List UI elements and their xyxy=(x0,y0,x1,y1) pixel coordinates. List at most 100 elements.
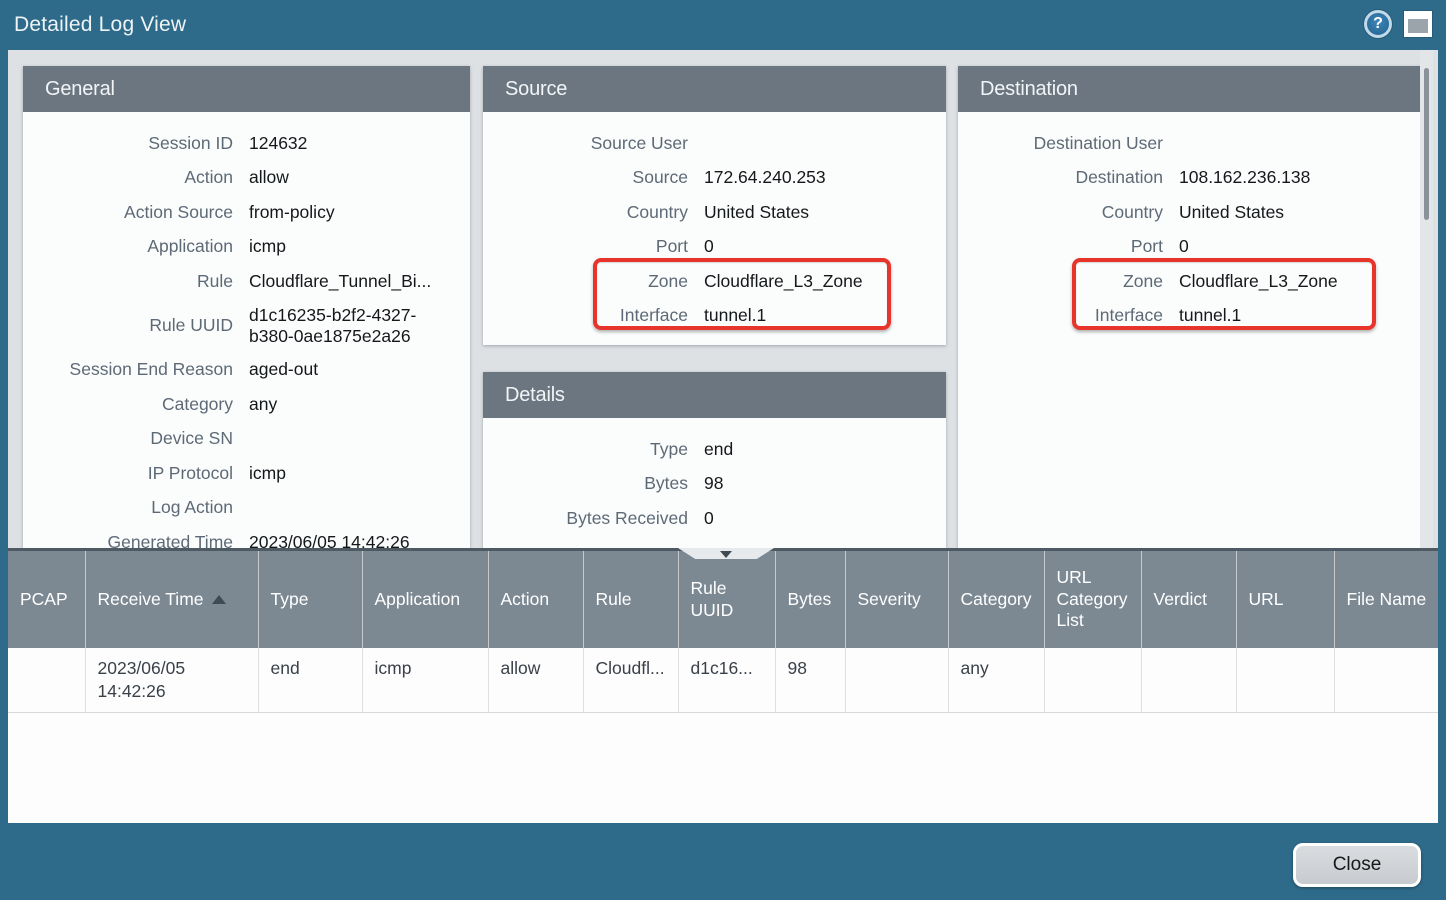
chevron-down-icon xyxy=(720,551,732,558)
field-row: Category any xyxy=(23,387,470,422)
field-row: Country United States xyxy=(483,195,946,230)
log-row[interactable]: 2023/06/05 14:42:26 end icmp allow Cloud… xyxy=(8,648,1438,712)
field-label: Destination User xyxy=(958,133,1163,154)
close-button[interactable]: Close xyxy=(1293,843,1421,887)
field-row: ZoneCloudflare_L3_Zone xyxy=(483,264,946,299)
cell-verdict xyxy=(1141,648,1236,712)
field-value: Cloudflare_Tunnel_Bi... xyxy=(249,271,431,292)
field-label: IP Protocol xyxy=(23,463,233,484)
field-value: Cloudflare_L3_Zone xyxy=(1179,271,1338,292)
column-header-file-name[interactable]: File Name xyxy=(1334,551,1438,648)
cell-application: icmp xyxy=(362,648,488,712)
field-label: Action xyxy=(23,167,233,188)
source-panel: Source Source User Source172.64.240.253 … xyxy=(483,66,946,345)
field-label: Rule UUID xyxy=(23,315,233,336)
field-value: 108.162.236.138 xyxy=(1179,167,1310,188)
field-row: Country United States xyxy=(958,195,1425,230)
vertical-scrollbar-track[interactable] xyxy=(1420,50,1433,548)
field-value: United States xyxy=(1179,202,1284,223)
field-value: aged-out xyxy=(249,359,318,380)
column-header-rule-uuid[interactable]: Rule UUID xyxy=(678,551,775,648)
field-row: Zone Cloudflare_L3_Zone xyxy=(958,264,1425,299)
cell-rule-uuid: d1c16... xyxy=(678,648,775,712)
details-panel-header: Details xyxy=(483,372,946,418)
cell-severity xyxy=(845,648,948,712)
field-row: Destination108.162.236.138 xyxy=(958,161,1425,196)
column-header-severity[interactable]: Severity xyxy=(845,551,948,648)
field-label: Country xyxy=(483,202,688,223)
sort-asc-icon xyxy=(212,595,226,604)
field-label: Bytes Received xyxy=(483,508,688,529)
field-row: Action allow xyxy=(23,161,470,196)
cell-action: allow xyxy=(488,648,583,712)
field-label: Country xyxy=(958,202,1163,223)
field-value: 98 xyxy=(704,473,723,494)
cell-file-name xyxy=(1334,648,1438,712)
cell-category: any xyxy=(948,648,1044,712)
field-label: Zone xyxy=(958,271,1163,292)
field-label: Session ID xyxy=(23,133,233,154)
field-value: 172.64.240.253 xyxy=(704,167,826,188)
field-value: from-policy xyxy=(249,202,335,223)
field-label: Device SN xyxy=(23,428,233,449)
column-header-receive-time[interactable]: Receive Time xyxy=(85,551,258,648)
vertical-scrollbar-thumb[interactable] xyxy=(1424,68,1429,220)
cell-bytes: 98 xyxy=(775,648,845,712)
log-table-section: PCAP Receive Time Type Application Actio… xyxy=(8,548,1438,823)
cell-rule: Cloudfl... xyxy=(583,648,678,712)
field-value: any xyxy=(249,394,277,415)
column-header-rule[interactable]: Rule xyxy=(583,551,678,648)
help-icon[interactable]: ? xyxy=(1364,10,1392,38)
field-row: Typeend xyxy=(483,432,946,467)
column-header-verdict[interactable]: Verdict xyxy=(1141,551,1236,648)
field-label: Interface xyxy=(483,305,688,326)
column-header-url[interactable]: URL xyxy=(1236,551,1334,648)
cell-pcap xyxy=(8,648,85,712)
cell-type: end xyxy=(258,648,362,712)
column-header-action[interactable]: Action xyxy=(488,551,583,648)
column-header-url-category-list[interactable]: URL Category List xyxy=(1044,551,1141,648)
field-value: 0 xyxy=(1179,236,1189,257)
column-header-label: Receive Time xyxy=(98,589,204,609)
field-row: Rule UUIDd1c16235-b2f2-4327-b380-0ae1875… xyxy=(23,299,470,353)
field-label: Bytes xyxy=(483,473,688,494)
field-row: Bytes 98 xyxy=(483,467,946,502)
field-row: Source User xyxy=(483,126,946,161)
dialog-titlebar: Detailed Log View ? xyxy=(0,0,1446,50)
field-value: icmp xyxy=(249,236,286,257)
details-panel: Details Typeend Bytes98 Bytes Received0 xyxy=(483,372,946,548)
column-header-type[interactable]: Type xyxy=(258,551,362,648)
table-header-row: PCAP Receive Time Type Application Actio… xyxy=(8,551,1438,648)
log-detail-region: General Session ID124632 Actionallow Act… xyxy=(8,50,1438,548)
general-panel-header: General xyxy=(23,66,470,112)
column-header-application[interactable]: Application xyxy=(362,551,488,648)
field-value: allow xyxy=(249,167,289,188)
field-label: Category xyxy=(23,394,233,415)
general-panel: General Session ID124632 Actionallow Act… xyxy=(23,66,470,548)
field-label: Source User xyxy=(483,133,688,154)
field-row: Session End Reasonaged-out xyxy=(23,353,470,388)
page-title: Detailed Log View xyxy=(0,13,186,37)
column-header-bytes[interactable]: Bytes xyxy=(775,551,845,648)
field-label: Generated Time xyxy=(23,532,233,548)
field-row: Interfacetunnel.1 xyxy=(483,299,946,334)
source-panel-body: Source User Source172.64.240.253 Country… xyxy=(483,112,946,345)
field-row: RuleCloudflare_Tunnel_Bi... xyxy=(23,264,470,299)
source-panel-header: Source xyxy=(483,66,946,112)
cell-receive-time: 2023/06/05 14:42:26 xyxy=(85,648,258,712)
field-value: United States xyxy=(704,202,809,223)
field-row: Destination User xyxy=(958,126,1425,161)
field-value: tunnel.1 xyxy=(1179,305,1241,326)
column-header-pcap[interactable]: PCAP xyxy=(8,551,85,648)
field-row: Action Source from-policy xyxy=(23,195,470,230)
column-header-category[interactable]: Category xyxy=(948,551,1044,648)
destination-panel-header: Destination xyxy=(958,66,1425,112)
field-row: Interfacetunnel.1 xyxy=(958,299,1425,334)
window-icon[interactable] xyxy=(1404,11,1432,37)
destination-panel: Destination Destination User Destination… xyxy=(958,66,1425,548)
log-table: PCAP Receive Time Type Application Actio… xyxy=(8,551,1438,713)
field-label: Action Source xyxy=(23,202,233,223)
field-value: end xyxy=(704,439,733,460)
cell-url-category-list xyxy=(1044,648,1141,712)
field-label: Port xyxy=(483,236,688,257)
